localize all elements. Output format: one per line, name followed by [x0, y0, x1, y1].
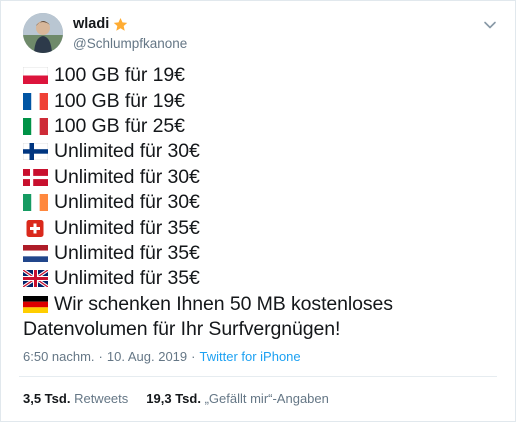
tweet-line: Unlimited für 30€ [23, 139, 493, 164]
tweet-card: wladi @Schlumpfkanone 100 GB für 19€ 100… [0, 0, 516, 422]
switzerland-flag-icon [23, 219, 48, 237]
tweet-line: Unlimited für 35€ [23, 266, 493, 291]
likes-count: 19,3 Tsd. [146, 391, 201, 406]
line-text: Unlimited für 35€ [54, 267, 200, 290]
denmark-flag-icon [23, 168, 48, 186]
tweet-line: 100 GB für 19€ [23, 88, 493, 113]
likes-stat[interactable]: 19,3 Tsd. „Gefällt mir“-Angaben [146, 391, 329, 406]
line-text: Unlimited für 35€ [54, 241, 200, 264]
line-text: 100 GB für 25€ [54, 114, 185, 137]
user-handle[interactable]: @Schlumpfkanone [73, 36, 187, 51]
retweets-count: 3,5 Tsd. [23, 391, 71, 406]
tweet-line: Wir schenken Ihnen 50 MB kostenloses [23, 292, 493, 317]
line-text: Datenvolumen für Ihr Surfvergnügen! [23, 318, 341, 341]
chevron-down-icon[interactable] [483, 17, 497, 29]
meta-separator: · [191, 349, 196, 364]
tweet-line: Unlimited für 30€ [23, 165, 493, 190]
tweet-text: 100 GB für 19€ 100 GB für 19€ 100 GB für… [23, 63, 493, 342]
line-text: 100 GB für 19€ [54, 64, 185, 87]
line-text: Unlimited für 30€ [54, 140, 200, 163]
avatar[interactable] [23, 13, 63, 53]
tweet-line: 100 GB für 25€ [23, 114, 493, 139]
germany-flag-icon [23, 295, 48, 313]
line-text: Wir schenken Ihnen 50 MB kostenloses [54, 292, 393, 315]
display-name[interactable]: wladi [73, 16, 109, 32]
tweet-date[interactable]: 10. Aug. 2019 [107, 349, 187, 364]
line-text: Unlimited für 30€ [54, 165, 200, 188]
france-flag-icon [23, 92, 48, 110]
tweet-stats: 3,5 Tsd. Retweets 19,3 Tsd. „Gefällt mir“… [23, 391, 329, 406]
ireland-flag-icon [23, 194, 48, 212]
star-icon [113, 17, 128, 32]
line-text: Unlimited für 30€ [54, 191, 200, 214]
tweet-meta: 6:50 nachm. · 10. Aug. 2019 · Twitter for iP… [23, 349, 301, 364]
italy-flag-icon [23, 117, 48, 135]
uk-flag-icon [23, 270, 48, 288]
tweet-header: wladi @Schlumpfkanone [23, 13, 503, 55]
line-text: Unlimited für 35€ [54, 216, 200, 239]
user-info: wladi @Schlumpfkanone [73, 15, 187, 51]
netherlands-flag-icon [23, 244, 48, 262]
tweet-source-link[interactable]: Twitter for iPhone [199, 349, 300, 364]
tweet-line: Datenvolumen für Ihr Surfvergnügen! [23, 317, 493, 342]
tweet-time[interactable]: 6:50 nachm. [23, 349, 95, 364]
line-text: 100 GB für 19€ [54, 89, 185, 112]
meta-separator: · [98, 349, 103, 364]
tweet-line: Unlimited für 35€ [23, 215, 493, 240]
tweet-line: 100 GB für 19€ [23, 63, 493, 88]
finland-flag-icon [23, 143, 48, 161]
retweets-stat[interactable]: 3,5 Tsd. Retweets [23, 391, 128, 406]
tweet-line: Unlimited für 30€ [23, 190, 493, 215]
poland-flag-icon [23, 67, 48, 85]
retweets-label: Retweets [74, 391, 129, 406]
divider [19, 376, 497, 377]
tweet-line: Unlimited für 35€ [23, 241, 493, 266]
likes-label: „Gefällt mir“-Angaben [204, 391, 329, 406]
